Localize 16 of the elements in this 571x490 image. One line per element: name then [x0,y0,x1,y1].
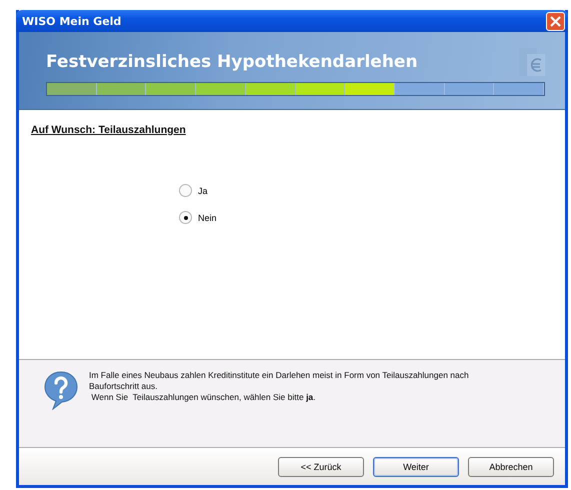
wizard-title: Festverzinsliches Hypothekendarlehen [46,52,418,72]
wizard-button[interactable]: Weiter [373,456,459,476]
info-text: Wenn Sie Teilauszahlungen wünschen, wählen Sie bitte ja. [90,392,317,403]
radio-button[interactable] [179,184,192,197]
radio-option[interactable]: Ja [179,184,565,197]
radio-option[interactable]: Nein [179,211,565,224]
euro-document-icon [517,46,547,78]
close-icon [549,14,562,28]
window-title: WISO Mein Geld [22,14,122,28]
info-text: Im Falle eines Neubaus zahlen Kreditinstitute ein Darlehen meist in Form von Teilauszahlungen nach Baufortschritt aus. [89,370,470,392]
wizard-button[interactable]: << Zurück [278,456,364,476]
help-bubble-icon [43,370,79,410]
wizard-button[interactable]: Abbrechen [468,456,554,476]
close-button[interactable] [546,12,565,30]
radio-button[interactable] [179,211,192,224]
section-title: Auf Wunsch: Teilauszahlungen [31,124,187,136]
